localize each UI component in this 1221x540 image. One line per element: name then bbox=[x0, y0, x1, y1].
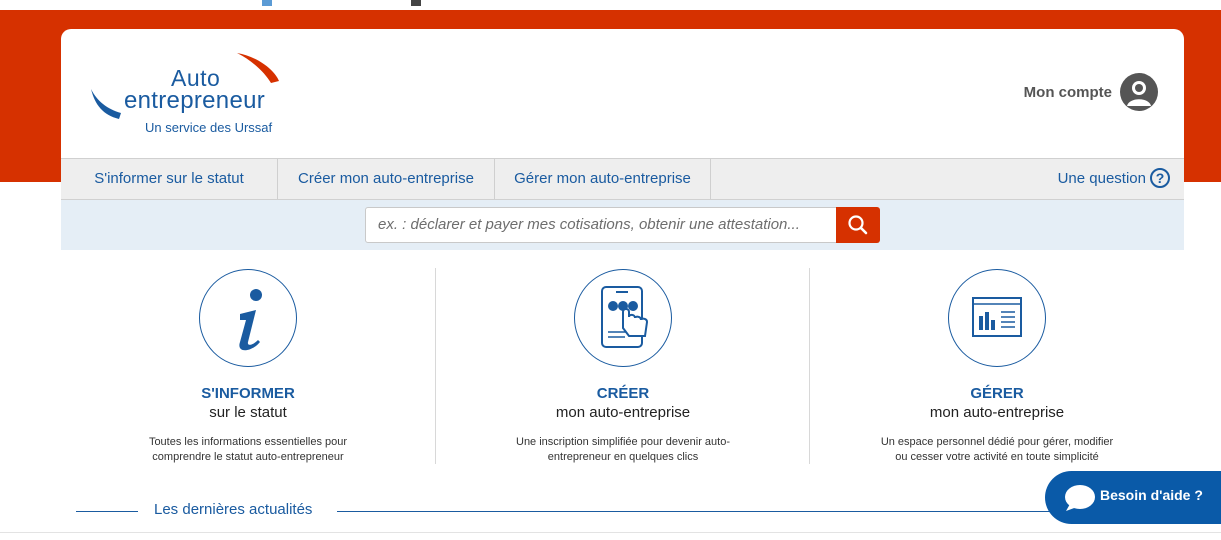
chat-bubble-icon bbox=[1065, 485, 1095, 511]
news-section-heading: Les dernières actualités bbox=[76, 501, 1076, 521]
feature-title: S'INFORMER bbox=[201, 385, 295, 402]
info-icon bbox=[199, 269, 297, 367]
feature-gerer[interactable]: GÉRER mon auto-entreprise Un espace pers… bbox=[809, 268, 1183, 464]
feature-description: Un espace personnel dédié pour gérer, mo… bbox=[880, 436, 1114, 463]
auto-entrepreneur-logo[interactable]: Auto entrepreneur Un service des Urssaf bbox=[89, 51, 289, 141]
main-nav: S'informer sur le statut Créer mon auto-… bbox=[61, 158, 1184, 200]
feature-subtitle: sur le statut bbox=[209, 404, 287, 421]
user-avatar-icon bbox=[1120, 73, 1158, 111]
help-label: Besoin d'aide ? bbox=[1100, 487, 1203, 503]
feature-subtitle: mon auto-entreprise bbox=[929, 404, 1065, 421]
search-button[interactable] bbox=[836, 207, 880, 243]
account-link[interactable]: Mon compte bbox=[1024, 73, 1158, 111]
feature-description: Toutes les informations essentielles pou… bbox=[148, 436, 348, 463]
divider bbox=[76, 511, 138, 512]
feature-creer[interactable]: CRÉER mon auto-entreprise Une inscriptio… bbox=[435, 268, 809, 464]
divider bbox=[0, 532, 1221, 533]
help-chat-button[interactable]: Besoin d'aide ? bbox=[1045, 471, 1221, 524]
feature-title: GÉRER bbox=[970, 385, 1024, 402]
question-link[interactable]: Une question ? bbox=[1058, 168, 1170, 188]
question-label: Une question bbox=[1057, 169, 1146, 187]
search-bar: ex. : déclarer et payer mes cotisations,… bbox=[61, 200, 1184, 250]
tab-indicator-icon bbox=[411, 0, 421, 6]
feature-title: CRÉER bbox=[596, 385, 650, 402]
feature-description: Une inscription simplifiée pour devenir … bbox=[516, 436, 730, 463]
search-input[interactable]: ex. : déclarer et payer mes cotisations,… bbox=[365, 207, 837, 243]
feature-columns: S'INFORMER sur le statut Toutes les info… bbox=[61, 268, 1184, 464]
tablet-touch-icon bbox=[574, 269, 672, 367]
divider bbox=[337, 511, 1076, 512]
help-circle-icon: ? bbox=[1150, 168, 1170, 188]
tab-indicator-icon bbox=[262, 0, 272, 6]
news-label: Les dernières actualités bbox=[154, 501, 313, 518]
nav-tab-gerer[interactable]: Gérer mon auto-entreprise bbox=[495, 159, 711, 199]
browser-top-strip bbox=[0, 0, 1221, 10]
account-label: Mon compte bbox=[1023, 83, 1112, 101]
feature-subtitle: mon auto-entreprise bbox=[555, 404, 691, 421]
header-card: Auto entrepreneur Un service des Urssaf … bbox=[61, 29, 1184, 250]
feature-informer[interactable]: S'INFORMER sur le statut Toutes les info… bbox=[61, 268, 435, 464]
dashboard-chart-icon bbox=[948, 269, 1046, 367]
logo-text-entrepreneur: entrepreneur bbox=[124, 87, 266, 114]
search-icon bbox=[848, 215, 868, 235]
nav-tab-informer[interactable]: S'informer sur le statut bbox=[61, 159, 278, 199]
nav-tab-creer[interactable]: Créer mon auto-entreprise bbox=[278, 159, 495, 199]
logo-tagline: Un service des Urssaf bbox=[145, 120, 273, 135]
